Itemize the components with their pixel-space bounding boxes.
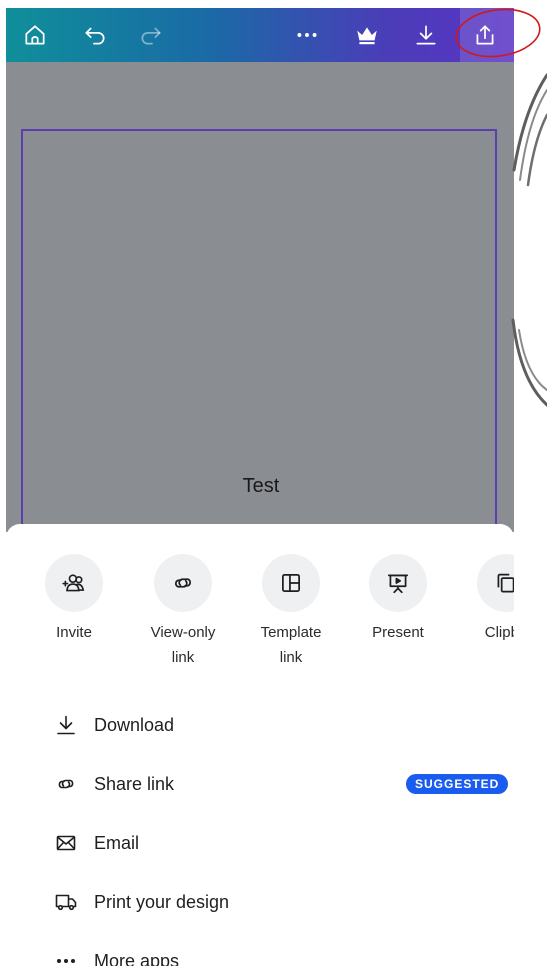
invite-people-icon: [62, 574, 85, 592]
list-item-label: Email: [94, 832, 140, 853]
more-icon: [297, 33, 317, 37]
crown-icon: [357, 27, 377, 45]
quick-actions-row: Invite View-only link Template link Pres…: [6, 554, 514, 684]
more-icon: [52, 947, 80, 966]
quick-action-template-link[interactable]: Template link: [241, 554, 341, 670]
annotation-swoosh-marks: [511, 73, 547, 407]
download-icon: [52, 711, 80, 739]
top-toolbar: [6, 8, 514, 62]
quick-action-label: Clipbo: [484, 624, 514, 641]
quick-action-circle: [262, 554, 320, 612]
list-item-label: More apps: [94, 950, 180, 966]
link-icon: [52, 770, 80, 798]
list-item-label: Print your design: [94, 891, 230, 912]
redo-button[interactable]: [134, 18, 168, 52]
email-icon: [52, 829, 80, 857]
quick-action-circle: [45, 554, 103, 612]
suggested-badge: SUGGESTED: [406, 774, 509, 794]
quick-action-view-only-link[interactable]: View-only link: [133, 554, 233, 670]
quick-action-circle: [477, 554, 514, 612]
quick-action-circle: [369, 554, 427, 612]
list-item-print[interactable]: Print your design: [52, 887, 472, 917]
quick-action-circle: [154, 554, 212, 612]
list-item-share-link[interactable]: Share link SUGGESTED: [52, 769, 509, 799]
list-item-more-apps[interactable]: More apps: [52, 946, 472, 966]
design-text[interactable]: Test: [23, 475, 499, 498]
undo-button[interactable]: [78, 18, 112, 52]
clipboard-icon: [497, 573, 514, 593]
quick-action-label: View-only link: [150, 624, 216, 666]
more-options-button[interactable]: [290, 18, 324, 52]
list-item-label: Share link: [94, 773, 175, 794]
redo-icon: [141, 27, 161, 45]
list-item-download[interactable]: Download: [52, 710, 472, 740]
undo-icon: [85, 27, 105, 45]
list-item-email[interactable]: Email: [52, 828, 472, 858]
app-screen: Test Invite View-only link Template link…: [6, 8, 514, 966]
quick-action-label: Invite: [56, 624, 92, 641]
link-icon: [175, 578, 191, 588]
home-icon: [25, 25, 45, 45]
quick-action-label: Template link: [260, 624, 322, 666]
quick-action-present[interactable]: Present: [348, 554, 448, 645]
quick-action-invite[interactable]: Invite: [24, 554, 124, 645]
design-page[interactable]: Test: [21, 129, 497, 549]
premium-button[interactable]: [350, 18, 384, 52]
home-button[interactable]: [18, 18, 52, 52]
list-item-label: Download: [94, 714, 175, 735]
download-button[interactable]: [409, 18, 443, 52]
share-button[interactable]: [468, 18, 502, 52]
quick-action-label: Present: [372, 624, 424, 641]
present-icon: [387, 574, 409, 594]
share-icon: [476, 25, 494, 45]
download-icon: [416, 25, 436, 45]
quick-action-clipboard[interactable]: Clipbo: [456, 554, 514, 645]
truck-icon: [52, 888, 80, 916]
share-sheet: Invite View-only link Template link Pres…: [6, 524, 514, 966]
template-icon: [282, 574, 300, 592]
